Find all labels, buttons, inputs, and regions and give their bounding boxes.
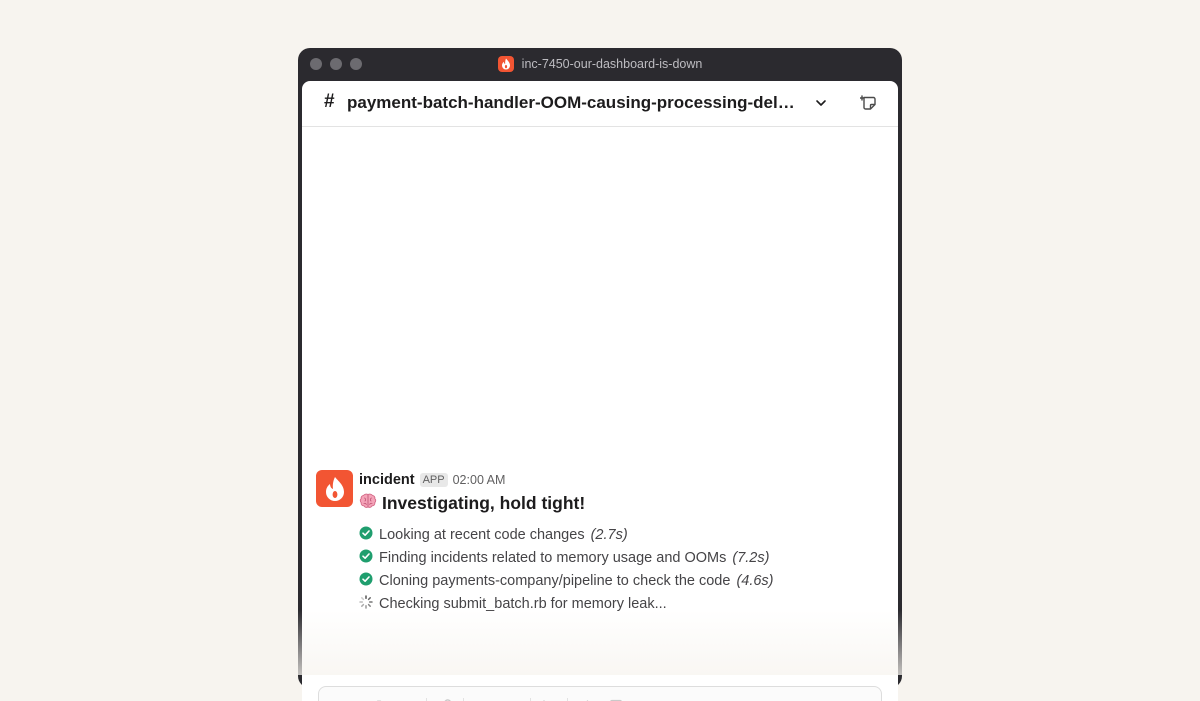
flame-icon bbox=[498, 56, 514, 72]
channel-hash-icon: # bbox=[324, 91, 335, 113]
list-item: Finding incidents related to memory usag… bbox=[359, 546, 774, 569]
strikethrough-icon[interactable]: S bbox=[393, 697, 423, 701]
channel-panel: # payment-batch-handler-OOM-causing-proc… bbox=[302, 81, 898, 701]
message-timestamp[interactable]: 02:00 AM bbox=[453, 473, 506, 487]
ordered-list-icon[interactable] bbox=[467, 697, 497, 701]
step-duration: (7.2s) bbox=[732, 550, 769, 566]
title-bar: inc-7450-our-dashboard-is-down bbox=[298, 48, 902, 80]
step-text: Checking submit_batch.rb for memory leak… bbox=[379, 596, 667, 612]
formatting-toolbar: B I S bbox=[333, 697, 631, 701]
step-text: Cloning payments-company/pipeline to che… bbox=[379, 573, 730, 589]
list-item: Checking submit_batch.rb for memory leak… bbox=[359, 592, 774, 615]
headline-text: Investigating, hold tight! bbox=[382, 493, 585, 514]
message-headline: Investigating, hold tight! bbox=[359, 492, 585, 515]
italic-icon[interactable]: I bbox=[363, 697, 393, 701]
link-icon[interactable] bbox=[430, 697, 460, 701]
app-window: inc-7450-our-dashboard-is-down # payment… bbox=[298, 48, 902, 688]
avatar[interactable] bbox=[316, 470, 353, 507]
channel-name[interactable]: payment-batch-handler-OOM-causing-proces… bbox=[347, 93, 807, 113]
check-circle-icon bbox=[359, 549, 373, 567]
step-text: Looking at recent code changes bbox=[379, 527, 585, 543]
step-duration: (2.7s) bbox=[591, 527, 628, 543]
list-item: Cloning payments-company/pipeline to che… bbox=[359, 569, 774, 592]
bold-icon[interactable]: B bbox=[333, 697, 363, 701]
spinner-icon bbox=[359, 595, 373, 613]
progress-steps: Looking at recent code changes (2.7s) Fi… bbox=[359, 523, 774, 615]
sender-name[interactable]: incident bbox=[359, 472, 415, 488]
check-circle-icon bbox=[359, 526, 373, 544]
step-text: Finding incidents related to memory usag… bbox=[379, 550, 726, 566]
step-duration: (4.6s) bbox=[736, 573, 773, 589]
code-icon[interactable] bbox=[571, 697, 601, 701]
window-title: inc-7450-our-dashboard-is-down bbox=[522, 57, 703, 71]
new-canvas-icon[interactable] bbox=[860, 94, 878, 117]
chevron-down-icon[interactable] bbox=[814, 96, 828, 115]
channel-header: # payment-batch-handler-OOM-causing-proc… bbox=[302, 81, 898, 127]
check-circle-icon bbox=[359, 572, 373, 590]
code-block-icon[interactable] bbox=[601, 697, 631, 701]
message-composer[interactable]: B I S bbox=[318, 686, 882, 701]
brain-icon bbox=[359, 492, 377, 515]
app-badge: APP bbox=[420, 473, 448, 487]
bullet-list-icon[interactable] bbox=[497, 697, 527, 701]
list-item: Looking at recent code changes (2.7s) bbox=[359, 523, 774, 546]
blockquote-icon[interactable] bbox=[534, 697, 564, 701]
